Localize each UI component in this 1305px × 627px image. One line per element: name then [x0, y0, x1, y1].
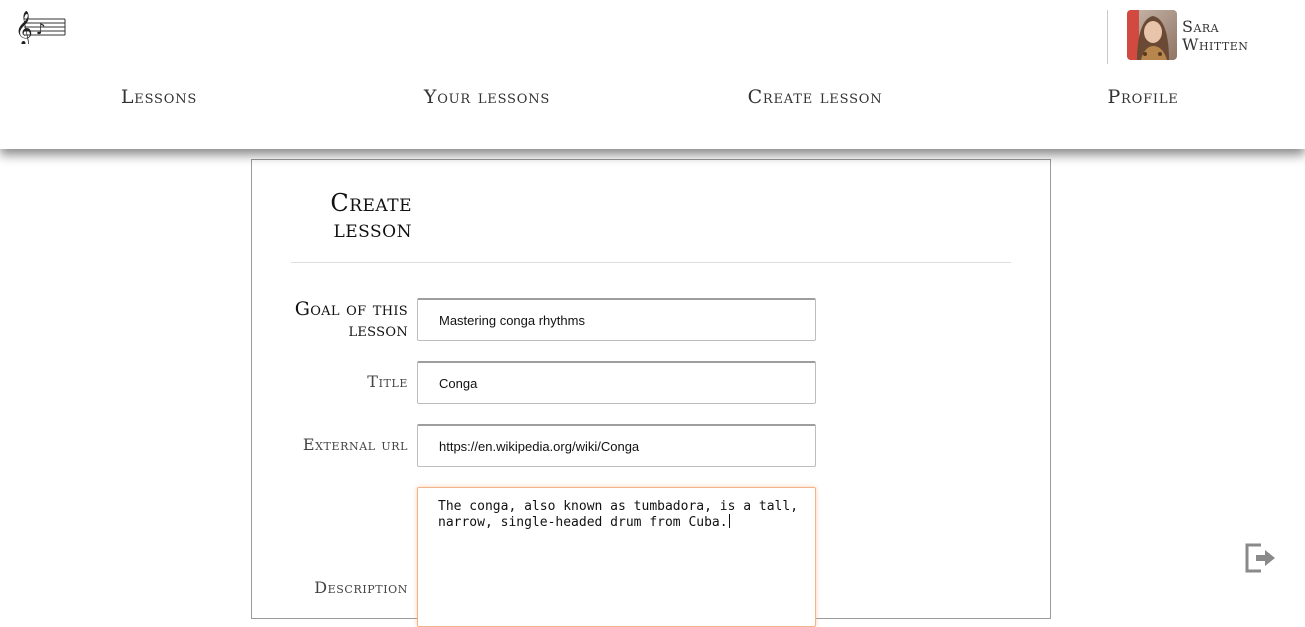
title-input[interactable]: Conga: [417, 361, 816, 404]
user-first-name: Sara: [1182, 17, 1220, 36]
description-text: The conga, also known as tumbadora, is a…: [438, 499, 806, 530]
description-textarea[interactable]: The conga, also known as tumbadora, is a…: [417, 487, 816, 627]
nav-your-lessons[interactable]: Your lessons: [323, 86, 651, 108]
svg-text:𝄞: 𝄞: [15, 11, 33, 44]
description-label: Description: [314, 578, 408, 597]
user-last-name: Whitten: [1182, 35, 1249, 54]
goal-label: Goal of this lesson: [294, 298, 408, 341]
title-divider: [291, 262, 1011, 263]
external-url-label: External url: [302, 435, 408, 454]
external-url-input-value: https://en.wikipedia.org/wiki/Conga: [439, 439, 640, 454]
user-name[interactable]: Sara Whitten: [1182, 18, 1248, 54]
svg-text:♪: ♪: [36, 20, 46, 38]
top-header: 𝄞 ♪ Sara Whitten Lessons Your lessons Cr…: [0, 0, 1305, 149]
logout-icon[interactable]: [1244, 541, 1278, 575]
text-caret: [728, 514, 730, 528]
nav-profile[interactable]: Profile: [979, 86, 1305, 108]
create-lesson-card: Create lesson Goal of this lesson Master…: [251, 159, 1051, 627]
main-nav: Lessons Your lessons Create lesson Profi…: [0, 86, 1305, 114]
nav-lessons[interactable]: Lessons: [0, 86, 323, 108]
title-label: Title: [367, 372, 408, 391]
description-textarea-value: The conga, also known as tumbadora, is a…: [438, 499, 803, 530]
external-url-input[interactable]: https://en.wikipedia.org/wiki/Conga: [417, 424, 816, 467]
page-title: Create lesson: [330, 189, 412, 243]
music-staff-logo-icon[interactable]: 𝄞 ♪: [14, 10, 68, 47]
nav-create-lesson[interactable]: Create lesson: [651, 86, 979, 108]
avatar[interactable]: [1127, 10, 1177, 60]
goal-input[interactable]: Mastering conga rhythms: [417, 298, 816, 341]
title-input-value: Conga: [439, 376, 478, 391]
goal-input-value: Mastering conga rhythms: [439, 313, 585, 328]
user-divider: [1107, 10, 1108, 64]
